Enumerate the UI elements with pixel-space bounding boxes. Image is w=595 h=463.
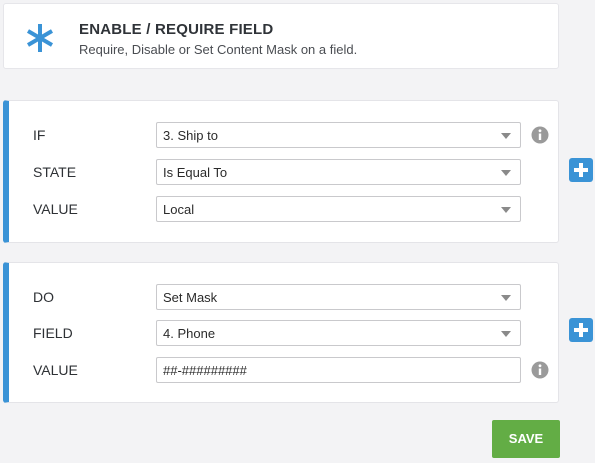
state-select[interactable]: Is Equal To <box>156 159 521 185</box>
chevron-down-icon <box>501 133 511 139</box>
if-field-select[interactable]: 3. Ship to <box>156 122 521 148</box>
do-select[interactable]: Set Mask <box>156 284 521 310</box>
condition-value-select[interactable]: Local <box>156 196 521 222</box>
chevron-down-icon <box>501 295 511 301</box>
info-icon[interactable] <box>531 361 549 379</box>
state-value: Is Equal To <box>163 165 228 180</box>
chevron-down-icon <box>501 207 511 213</box>
condition-value-row: VALUE Local <box>9 196 558 222</box>
condition-card: IF 3. Ship to STATE Is Equal To VALUE Lo… <box>3 100 559 243</box>
save-button[interactable]: SAVE <box>492 420 560 458</box>
if-row: IF 3. Ship to <box>9 122 558 148</box>
field-select[interactable]: 4. Phone <box>156 320 521 346</box>
header-panel: ENABLE / REQUIRE FIELD Require, Disable … <box>3 3 559 69</box>
page-title: ENABLE / REQUIRE FIELD <box>79 21 274 38</box>
do-row: DO Set Mask <box>9 284 558 310</box>
add-action-button[interactable] <box>569 318 593 342</box>
add-condition-button[interactable] <box>569 158 593 182</box>
do-label: DO <box>33 289 54 305</box>
state-row: STATE Is Equal To <box>9 159 558 185</box>
state-label: STATE <box>33 164 77 180</box>
condition-value-value: Local <box>163 202 195 217</box>
chevron-down-icon <box>501 331 511 337</box>
do-value: Set Mask <box>163 290 218 305</box>
condition-value-label: VALUE <box>33 201 78 217</box>
field-label: FIELD <box>33 325 73 341</box>
if-label: IF <box>33 127 46 143</box>
info-icon[interactable] <box>531 126 549 144</box>
chevron-down-icon <box>501 170 511 176</box>
field-value: 4. Phone <box>163 326 216 341</box>
asterisk-icon <box>26 24 54 52</box>
mask-row: VALUE ##-######### <box>9 357 558 383</box>
mask-input-value: ##-######### <box>163 363 247 378</box>
mask-label: VALUE <box>33 362 78 378</box>
if-field-value: 3. Ship to <box>163 128 218 143</box>
action-card: DO Set Mask FIELD 4. Phone VALUE ##-####… <box>3 262 559 403</box>
mask-input[interactable]: ##-######### <box>156 357 521 383</box>
field-row: FIELD 4. Phone <box>9 320 558 346</box>
page-subtitle: Require, Disable or Set Content Mask on … <box>79 42 358 57</box>
